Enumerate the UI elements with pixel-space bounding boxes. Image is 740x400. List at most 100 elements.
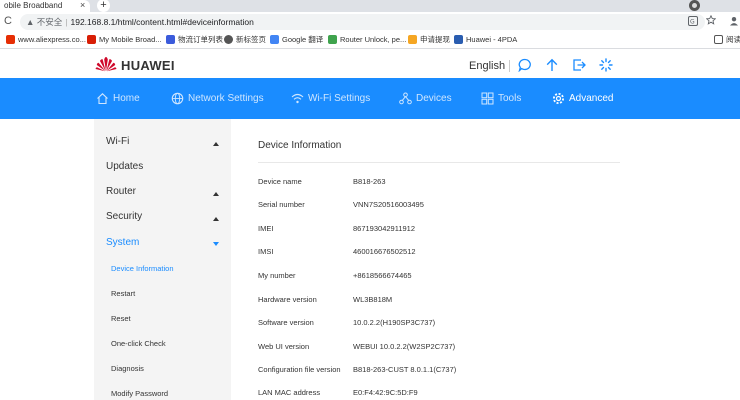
brand-name: HUAWEI xyxy=(121,58,175,73)
router-unlock-icon xyxy=(328,35,337,44)
globe-bookmark-icon xyxy=(224,35,233,44)
nav-network-settings[interactable]: Network Settings xyxy=(171,92,264,105)
upload-arrow-icon[interactable] xyxy=(545,58,559,77)
sidebar-subitem-device-information[interactable]: Device Information xyxy=(111,264,174,273)
sidebar-item-wifi[interactable]: Wi-Fi xyxy=(106,136,129,147)
account-icon[interactable] xyxy=(729,16,739,28)
logout-icon[interactable] xyxy=(572,58,586,77)
info-value: B818-263-CUST 8.0.1.1(C737) xyxy=(353,365,457,374)
info-label: Configuration file version xyxy=(258,365,341,374)
info-label: IMSI xyxy=(258,247,274,256)
home-icon xyxy=(97,93,108,105)
nav-label: Devices xyxy=(416,93,452,104)
browser-tab-strip: obile Broadband × + xyxy=(0,0,740,12)
sidebar-item-security[interactable]: Security xyxy=(106,211,142,222)
sidebar-subitem-one-click-check[interactable]: One-click Check xyxy=(111,339,166,348)
info-value: E0:F4:42:9C:5D:F9 xyxy=(353,388,418,397)
sidebar-subitem-restart[interactable]: Restart xyxy=(111,289,135,298)
security-warning[interactable]: ▲ 不安全 xyxy=(26,17,62,27)
info-label: Serial number xyxy=(258,200,305,209)
close-tab-icon[interactable]: × xyxy=(80,0,85,11)
sidebar-subitem-modify-password[interactable]: Modify Password xyxy=(111,389,168,398)
info-value: B818-263 xyxy=(353,177,386,186)
4pda-icon xyxy=(454,35,463,44)
browser-toolbar: C ▲ 不安全 | 192.168.8.1/html/content.html#de… xyxy=(0,12,740,32)
info-label: Web UI version xyxy=(258,342,310,351)
wifi-icon xyxy=(291,93,304,104)
huawei-logo-icon xyxy=(95,56,117,77)
sidebar-subitem-diagnosis[interactable]: Diagnosis xyxy=(111,364,144,373)
bookmark-star-icon[interactable] xyxy=(705,14,717,27)
info-label: Device name xyxy=(258,177,302,186)
bookmark-item[interactable]: 物流订单列表 xyxy=(166,35,223,45)
nav-label: Network Settings xyxy=(188,93,264,104)
sidebar-item-updates[interactable]: Updates xyxy=(106,161,143,172)
info-label: Hardware version xyxy=(258,295,317,304)
info-value: 867193042911912 xyxy=(353,224,416,233)
browser-tab[interactable]: obile Broadband × xyxy=(0,0,90,12)
sidebar: Wi-Fi Updates Router Security System Dev… xyxy=(94,119,231,400)
sidebar-subitem-reset[interactable]: Reset xyxy=(111,314,131,323)
main-navigation: Home Network Settings Wi-Fi Settings Dev… xyxy=(0,78,740,119)
collapse-arrow-icon[interactable] xyxy=(213,142,219,146)
reading-list[interactable]: 阅读 xyxy=(714,35,740,45)
address-bar[interactable]: ▲ 不安全 | 192.168.8.1/html/content.html#devi… xyxy=(20,14,705,30)
nav-tools[interactable]: Tools xyxy=(481,92,521,105)
info-value: +8618566674465 xyxy=(353,271,412,280)
url-text: 192.168.8.1/html/content.html#deviceinfo… xyxy=(70,17,254,27)
withdraw-icon xyxy=(408,35,417,44)
info-label: Software version xyxy=(258,318,314,327)
bookmark-item[interactable]: www.aliexpress.co... xyxy=(6,35,86,45)
router-header: HUAWEI English xyxy=(0,49,740,78)
aliexpress-icon xyxy=(6,35,15,44)
info-value: VNN7S20516003495 xyxy=(353,200,424,209)
info-label: IMEI xyxy=(258,224,274,233)
devices-icon xyxy=(399,92,412,105)
loading-spinner-icon xyxy=(599,58,613,77)
sidebar-item-router[interactable]: Router xyxy=(106,186,136,197)
bookmarks-bar: www.aliexpress.co... My Mobile Broad... … xyxy=(0,32,740,49)
bookmark-item[interactable]: Router Unlock, pe... xyxy=(328,35,406,45)
bookmark-item[interactable]: 申请提现 xyxy=(408,35,450,45)
sidebar-item-system[interactable]: System xyxy=(106,237,139,248)
tab-title: obile Broadband xyxy=(4,1,63,10)
nav-devices[interactable]: Devices xyxy=(399,92,452,105)
expand-arrow-icon[interactable] xyxy=(213,242,219,246)
bookmark-item[interactable]: Huawei - 4PDA xyxy=(454,35,517,45)
header-divider xyxy=(509,60,510,72)
info-value: WEBUI 10.0.2.2(W2SP2C737) xyxy=(353,342,456,351)
svg-text:G: G xyxy=(690,19,695,26)
bookmark-item[interactable]: My Mobile Broad... xyxy=(87,35,162,45)
collapse-arrow-icon[interactable] xyxy=(213,217,219,221)
google-translate-icon xyxy=(270,35,279,44)
nav-label: Home xyxy=(113,93,140,104)
nav-home[interactable]: Home xyxy=(96,92,140,105)
new-tab-button[interactable]: + xyxy=(97,0,110,12)
gear-icon xyxy=(553,93,564,104)
nav-label: Tools xyxy=(498,93,522,104)
globe-icon xyxy=(171,92,184,105)
huawei-bookmark-icon xyxy=(87,35,96,44)
bookmark-page-icon xyxy=(166,35,175,44)
collapse-arrow-icon[interactable] xyxy=(213,192,219,196)
reading-list-icon xyxy=(714,35,723,44)
language-selector[interactable]: English xyxy=(469,60,505,72)
profile-icon[interactable] xyxy=(689,0,700,11)
bookmark-item[interactable]: Google 翻译 xyxy=(270,35,323,45)
tools-icon xyxy=(481,92,494,105)
info-value: WL3B818M xyxy=(353,295,393,304)
bookmark-item[interactable]: 新标签页 xyxy=(224,35,266,45)
info-label: My number xyxy=(258,271,296,280)
nav-wifi-settings[interactable]: Wi-Fi Settings xyxy=(291,92,370,105)
back-icon[interactable]: C xyxy=(4,15,12,27)
info-value: 460016676502512 xyxy=(353,247,416,256)
page-title: Device Information xyxy=(258,140,342,151)
chat-icon[interactable] xyxy=(518,58,532,77)
title-divider xyxy=(258,162,620,163)
nav-advanced[interactable]: Advanced xyxy=(552,92,613,105)
nav-label: Wi-Fi Settings xyxy=(308,93,371,104)
nav-label: Advanced xyxy=(569,93,614,104)
info-value: 10.0.2.2(H190SP3C737) xyxy=(353,318,436,327)
translate-icon[interactable]: G xyxy=(688,16,698,28)
info-label: LAN MAC address xyxy=(258,388,321,397)
